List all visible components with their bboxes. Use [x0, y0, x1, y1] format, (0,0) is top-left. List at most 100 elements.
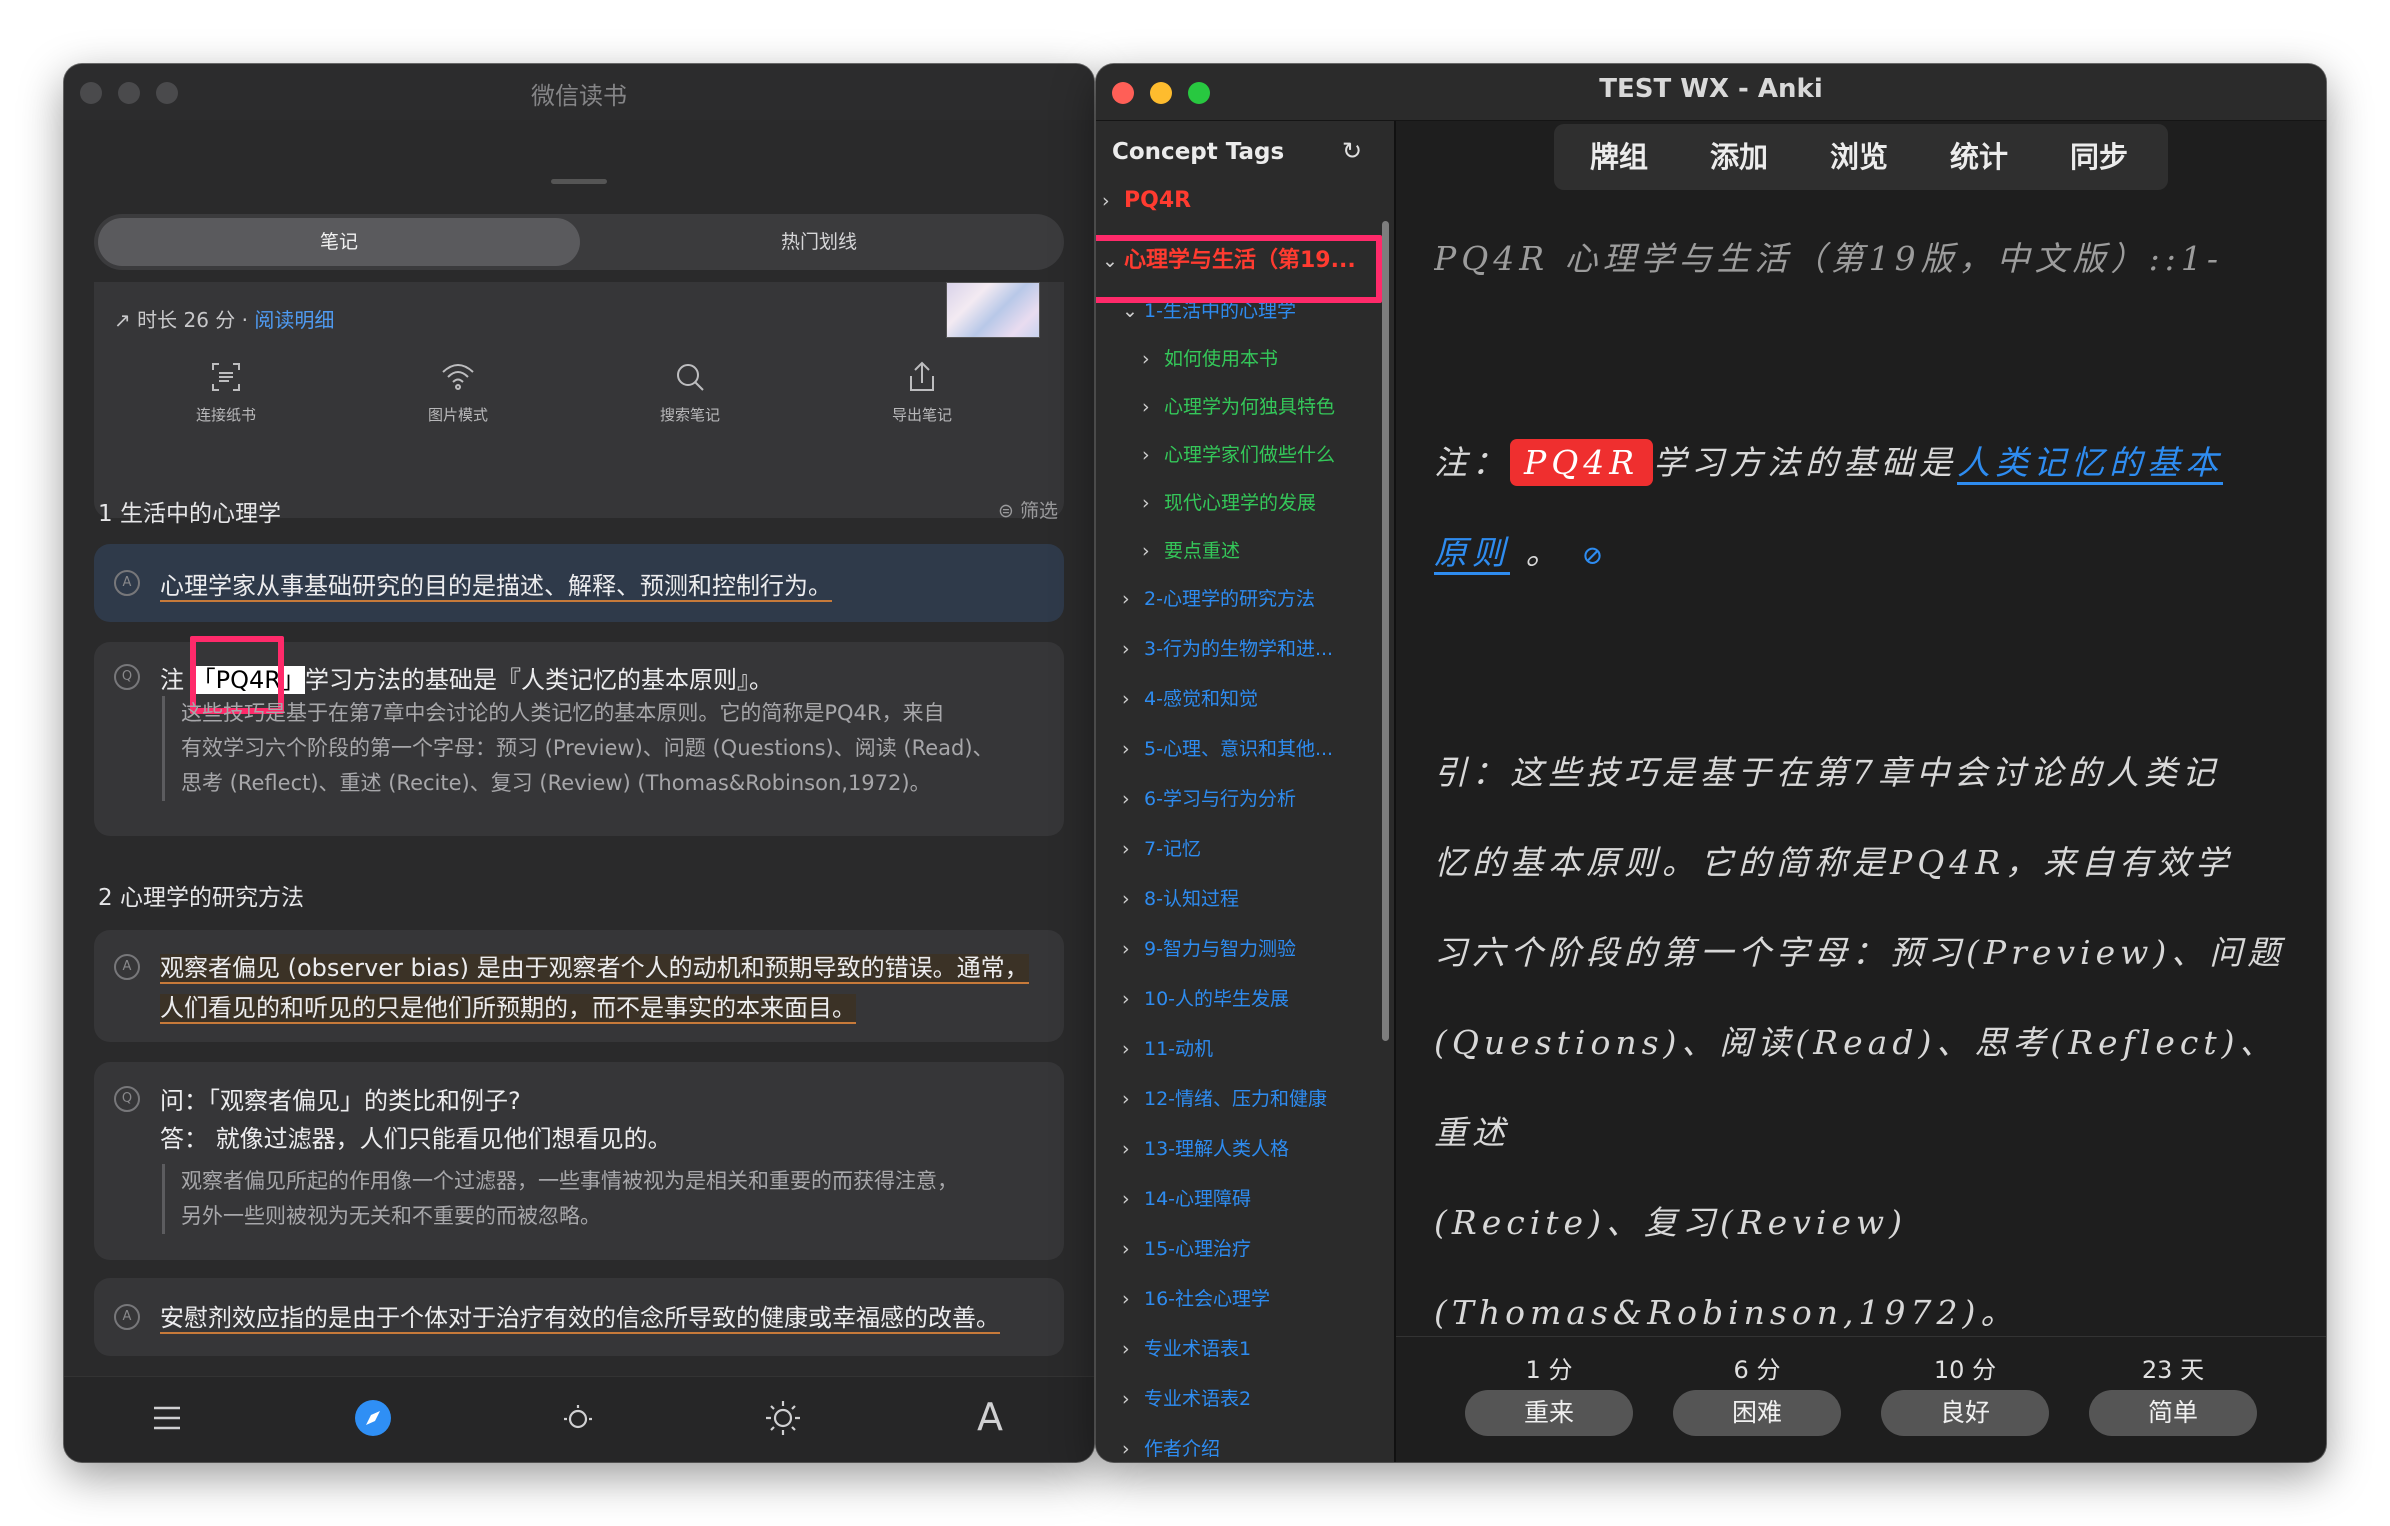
tag-item[interactable]: › 3-行为的生物学和进...	[1122, 634, 1333, 661]
brightness-low-icon[interactable]	[560, 1401, 596, 1437]
reading-detail-link[interactable]: 阅读明细	[254, 308, 334, 332]
tag-label: 7-记忆	[1144, 838, 1201, 860]
tag-item[interactable]: › 13-理解人类人格	[1122, 1134, 1289, 1161]
tab-notes[interactable]: 笔记	[98, 218, 580, 266]
card-quote-line: (Recite)、复习(Review)	[1434, 1203, 1908, 1242]
tag-item[interactable]: › 专业术语表2	[1122, 1384, 1251, 1411]
toolbar-sync[interactable]: 同步	[2070, 134, 2128, 176]
card-link[interactable]: 人类记忆的基本	[1957, 443, 2224, 485]
font-icon[interactable]: A	[977, 1395, 1003, 1439]
chevron-right-icon[interactable]: ›	[1122, 838, 1144, 860]
chevron-right-icon[interactable]: ›	[1122, 1338, 1144, 1360]
sidebar-scrollbar[interactable]	[1382, 221, 1389, 1041]
tag-label: 1-生活中的心理学	[1144, 300, 1296, 322]
note-highlight: 安慰剂效应指的是由于个体对于治疗有效的信念所导致的健康或幸福感的改善。	[160, 1304, 1000, 1334]
tool-image-mode[interactable]: 图片模式	[378, 360, 538, 425]
menu-icon[interactable]	[152, 1405, 182, 1431]
refresh-icon[interactable]: ↻	[1342, 137, 1362, 165]
share-icon	[910, 361, 934, 391]
brightness-high-icon[interactable]	[764, 1399, 802, 1437]
chevron-right-icon[interactable]: ›	[1122, 788, 1144, 810]
toolbar-browse[interactable]: 浏览	[1830, 134, 1888, 176]
sheet-grabber[interactable]	[551, 179, 607, 184]
toolbar-decks[interactable]: 牌组	[1590, 134, 1648, 176]
easy-button[interactable]: 简单	[2089, 1390, 2257, 1436]
chevron-right-icon[interactable]: ›	[1122, 688, 1144, 710]
tool-search-notes[interactable]: 搜索笔记	[610, 360, 770, 425]
tag-item[interactable]: › 7-记忆	[1122, 834, 1201, 861]
toolbar-add[interactable]: 添加	[1710, 134, 1768, 176]
chevron-right-icon[interactable]: ›	[1142, 396, 1164, 418]
tag-item[interactable]: › 9-智力与智力测验	[1122, 934, 1296, 961]
tool-connect-paper-book[interactable]: 连接纸书	[146, 360, 306, 425]
tag-label: 专业术语表1	[1144, 1338, 1252, 1360]
tag-item[interactable]: › 5-心理、意识和其他...	[1122, 734, 1333, 761]
chevron-right-icon[interactable]: ›	[1122, 1388, 1144, 1410]
tag-label: 5-心理、意识和其他...	[1144, 738, 1334, 760]
tag-item[interactable]: › 11-动机	[1122, 1034, 1213, 1061]
tag-item[interactable]: › 作者介绍	[1122, 1434, 1220, 1461]
chevron-right-icon[interactable]: ›	[1142, 492, 1164, 514]
tool-label: 搜索笔记	[659, 406, 720, 424]
tag-item[interactable]: › 专业术语表1	[1122, 1334, 1251, 1361]
ease-interval: 1 分	[1525, 1356, 1573, 1384]
tag-label: PQ4R	[1124, 188, 1192, 213]
toolbar-stats[interactable]: 统计	[1950, 134, 2008, 176]
tag-item[interactable]: › 如何使用本书	[1142, 344, 1278, 371]
chevron-right-icon[interactable]: ›	[1142, 444, 1164, 466]
chevron-right-icon[interactable]: ›	[1122, 1438, 1144, 1460]
chevron-right-icon[interactable]: ›	[1122, 988, 1144, 1010]
chevron-right-icon[interactable]: ›	[1122, 938, 1144, 960]
card-header-text: PQ4R 心理学与生活（第19版，中文版）::1-	[1434, 239, 2223, 278]
card-quote: 引：这些技巧是基于在第7章中会讨论的人类记 忆的基本原则。它的简称是PQ4R，来…	[1434, 728, 2294, 1358]
tag-item[interactable]: › 10-人的毕生发展	[1122, 984, 1289, 1011]
tab-popular-highlights[interactable]: 热门划线	[578, 218, 1060, 266]
good-button[interactable]: 良好	[1881, 1390, 2049, 1436]
chevron-right-icon[interactable]: ›	[1122, 1238, 1144, 1260]
chevron-right-icon[interactable]: ›	[1122, 738, 1144, 760]
chevron-right-icon[interactable]: ›	[1122, 1038, 1144, 1060]
tag-item[interactable]: › 6-学习与行为分析	[1122, 784, 1296, 811]
tool-export-notes[interactable]: 导出笔记	[842, 360, 1002, 425]
tag-item[interactable]: › 心理学为何独具特色	[1142, 392, 1335, 419]
tag-item[interactable]: › 15-心理治疗	[1122, 1234, 1251, 1261]
tag-item[interactable]: › 心理学家们做些什么	[1142, 440, 1335, 467]
note-highlight: 心理学家从事基础研究的目的是描述、解释、预测和控制行为。	[160, 572, 832, 602]
tag-item[interactable]: › 2-心理学的研究方法	[1122, 584, 1315, 611]
hard-button[interactable]: 困难	[1673, 1390, 1841, 1436]
main-toolbar: 牌组 添加 浏览 统计 同步	[1554, 124, 2168, 190]
chevron-right-icon[interactable]: ›	[1122, 588, 1144, 610]
tag-item[interactable]: › 14-心理障碍	[1122, 1184, 1251, 1211]
filter-button[interactable]: ⊜ 筛选	[998, 496, 1058, 523]
tag-label: 作者介绍	[1144, 1438, 1221, 1460]
again-button[interactable]: 重来	[1465, 1390, 1633, 1436]
tool-label: 连接纸书	[195, 406, 256, 424]
compass-icon[interactable]	[354, 1399, 392, 1437]
anki-titlebar: TEST WX - Anki	[1096, 64, 2326, 121]
chevron-right-icon[interactable]: ›	[1122, 1188, 1144, 1210]
chevron-right-icon[interactable]: ›	[1122, 1288, 1144, 1310]
chevron-right-icon[interactable]: ›	[1122, 888, 1144, 910]
chevron-right-icon[interactable]: ›	[1122, 638, 1144, 660]
card-link[interactable]: 原则	[1434, 533, 1510, 575]
chevron-right-icon[interactable]: ›	[1122, 1138, 1144, 1160]
tag-item[interactable]: › 要点重述	[1142, 536, 1240, 563]
tag-item[interactable]: › PQ4R	[1102, 188, 1191, 213]
chevron-right-icon[interactable]: ›	[1142, 540, 1164, 562]
chevron-right-icon[interactable]: ›	[1102, 190, 1124, 212]
tag-label: 11-动机	[1144, 1038, 1214, 1060]
tag-item[interactable]: › 16-社会心理学	[1122, 1284, 1270, 1311]
tag-label: 10-人的毕生发展	[1144, 988, 1290, 1010]
chevron-down-icon[interactable]: ⌄	[1122, 300, 1144, 322]
link-icon[interactable]: ⊘	[1582, 541, 1609, 571]
chapter-title: 2 心理学的研究方法	[98, 885, 304, 911]
tag-item[interactable]: › 现代心理学的发展	[1142, 488, 1316, 515]
tag-label: 心理学家们做些什么	[1164, 444, 1336, 466]
tag-label: 2-心理学的研究方法	[1144, 588, 1315, 610]
chevron-right-icon[interactable]: ›	[1142, 348, 1164, 370]
book-cover[interactable]	[946, 282, 1040, 338]
tag-item[interactable]: › 8-认知过程	[1122, 884, 1239, 911]
chevron-right-icon[interactable]: ›	[1122, 1088, 1144, 1110]
tag-item[interactable]: › 12-情绪、压力和健康	[1122, 1084, 1327, 1111]
tag-item[interactable]: › 4-感觉和知觉	[1122, 684, 1258, 711]
